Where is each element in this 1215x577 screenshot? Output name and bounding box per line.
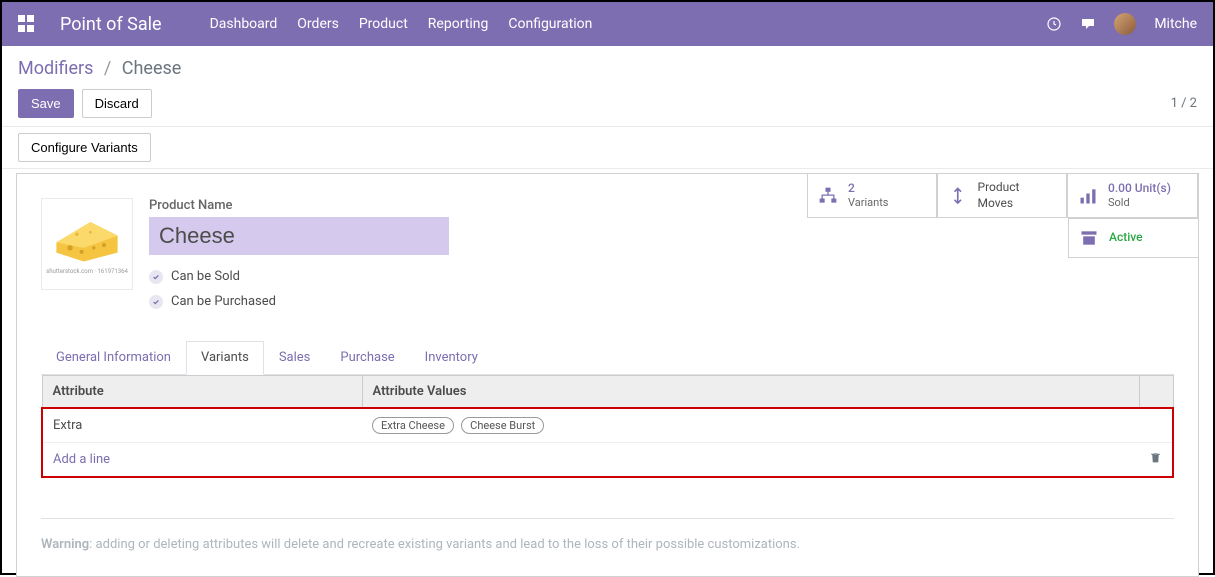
breadcrumb-sep: /: [104, 58, 111, 79]
stat-variants-count: 2: [848, 181, 888, 197]
breadcrumb-parent[interactable]: Modifiers: [18, 58, 93, 79]
image-caption: shutterstock.com · 161971364: [46, 268, 128, 275]
top-navbar: Point of Sale Dashboard Orders Product R…: [2, 2, 1213, 46]
stat-active-label: Active: [1109, 230, 1143, 246]
tab-purchase[interactable]: Purchase: [325, 341, 409, 374]
username[interactable]: Mitche: [1154, 16, 1197, 32]
checkbox-can-be-sold[interactable]: [149, 270, 163, 284]
apps-icon[interactable]: [18, 15, 36, 33]
col-attribute-values: Attribute Values: [362, 376, 1139, 409]
stat-product-moves[interactable]: Product Moves: [937, 173, 1067, 218]
brand-title[interactable]: Point of Sale: [60, 14, 162, 35]
save-button[interactable]: Save: [18, 89, 74, 118]
table-row-add: Add a line: [42, 443, 1173, 478]
archive-icon: [1079, 228, 1099, 248]
can-be-sold-label: Can be Sold: [171, 269, 240, 284]
pager[interactable]: 1 / 2: [1171, 96, 1197, 111]
cell-trash: [1139, 408, 1173, 443]
stat-sold-label: Sold: [1108, 196, 1171, 210]
form-sheet: 2 Variants Product Moves 0.00 Unit(s) So…: [16, 173, 1199, 577]
nav-links: Dashboard Orders Product Reporting Confi…: [210, 16, 1047, 32]
nav-reporting[interactable]: Reporting: [428, 16, 489, 32]
col-attribute: Attribute: [42, 376, 362, 409]
tab-inventory[interactable]: Inventory: [410, 341, 493, 374]
warning-text: : adding or deleting attributes will del…: [89, 537, 800, 552]
discard-button[interactable]: Discard: [82, 89, 152, 118]
nav-configuration[interactable]: Configuration: [508, 16, 592, 32]
stat-buttons: 2 Variants Product Moves 0.00 Unit(s) So…: [807, 173, 1199, 258]
cell-attribute[interactable]: Extra: [42, 408, 362, 443]
nav-dashboard[interactable]: Dashboard: [210, 16, 278, 32]
clock-icon[interactable]: [1046, 16, 1062, 32]
cell-values[interactable]: Extra Cheese Cheese Burst: [362, 408, 1139, 443]
stat-sold[interactable]: 0.00 Unit(s) Sold: [1067, 173, 1198, 218]
stat-variants[interactable]: 2 Variants: [807, 173, 937, 218]
arrows-icon: [948, 186, 968, 206]
product-image[interactable]: shutterstock.com · 161971364: [41, 198, 133, 290]
tabs: General Information Variants Sales Purch…: [41, 341, 1174, 375]
breadcrumb-current: Cheese: [122, 58, 182, 79]
trash-icon[interactable]: [1149, 453, 1162, 468]
table-row[interactable]: Extra Extra Cheese Cheese Burst: [42, 408, 1173, 443]
product-name-input[interactable]: [149, 217, 449, 255]
tab-sales[interactable]: Sales: [264, 341, 326, 374]
stat-variants-label: Variants: [848, 196, 888, 210]
check-icon: [152, 273, 160, 281]
config-bar: Configure Variants: [2, 126, 1213, 169]
stat-product-moves-label: Product Moves: [978, 180, 1056, 211]
attributes-table: Attribute Attribute Values Extra Extra C…: [41, 375, 1174, 478]
tag[interactable]: Cheese Burst: [461, 417, 544, 434]
nav-orders[interactable]: Orders: [297, 16, 339, 32]
bars-icon: [1078, 186, 1098, 206]
can-be-purchased-label: Can be Purchased: [171, 294, 276, 309]
stat-active[interactable]: Active: [1068, 218, 1199, 258]
chat-icon[interactable]: [1080, 16, 1096, 32]
checkbox-can-be-purchased[interactable]: [149, 295, 163, 309]
tab-variants[interactable]: Variants: [186, 341, 264, 375]
add-line-link[interactable]: Add a line: [53, 452, 110, 467]
tag[interactable]: Extra Cheese: [372, 417, 454, 434]
nav-product[interactable]: Product: [359, 16, 408, 32]
stat-sold-value: 0.00 Unit(s): [1108, 181, 1171, 197]
cheese-icon: [53, 214, 121, 264]
breadcrumb: Modifiers / Cheese: [18, 58, 1197, 79]
col-actions: [1139, 376, 1173, 409]
warning-label: Warning: [41, 537, 89, 552]
warning-bar: Warning: adding or deleting attributes w…: [41, 518, 1174, 552]
configure-variants-button[interactable]: Configure Variants: [18, 133, 151, 162]
sitemap-icon: [818, 186, 838, 206]
tab-general-information[interactable]: General Information: [41, 341, 186, 374]
avatar[interactable]: [1114, 13, 1136, 35]
page-header: Modifiers / Cheese Save Discard 1 / 2: [2, 46, 1213, 126]
check-icon: [152, 298, 160, 306]
